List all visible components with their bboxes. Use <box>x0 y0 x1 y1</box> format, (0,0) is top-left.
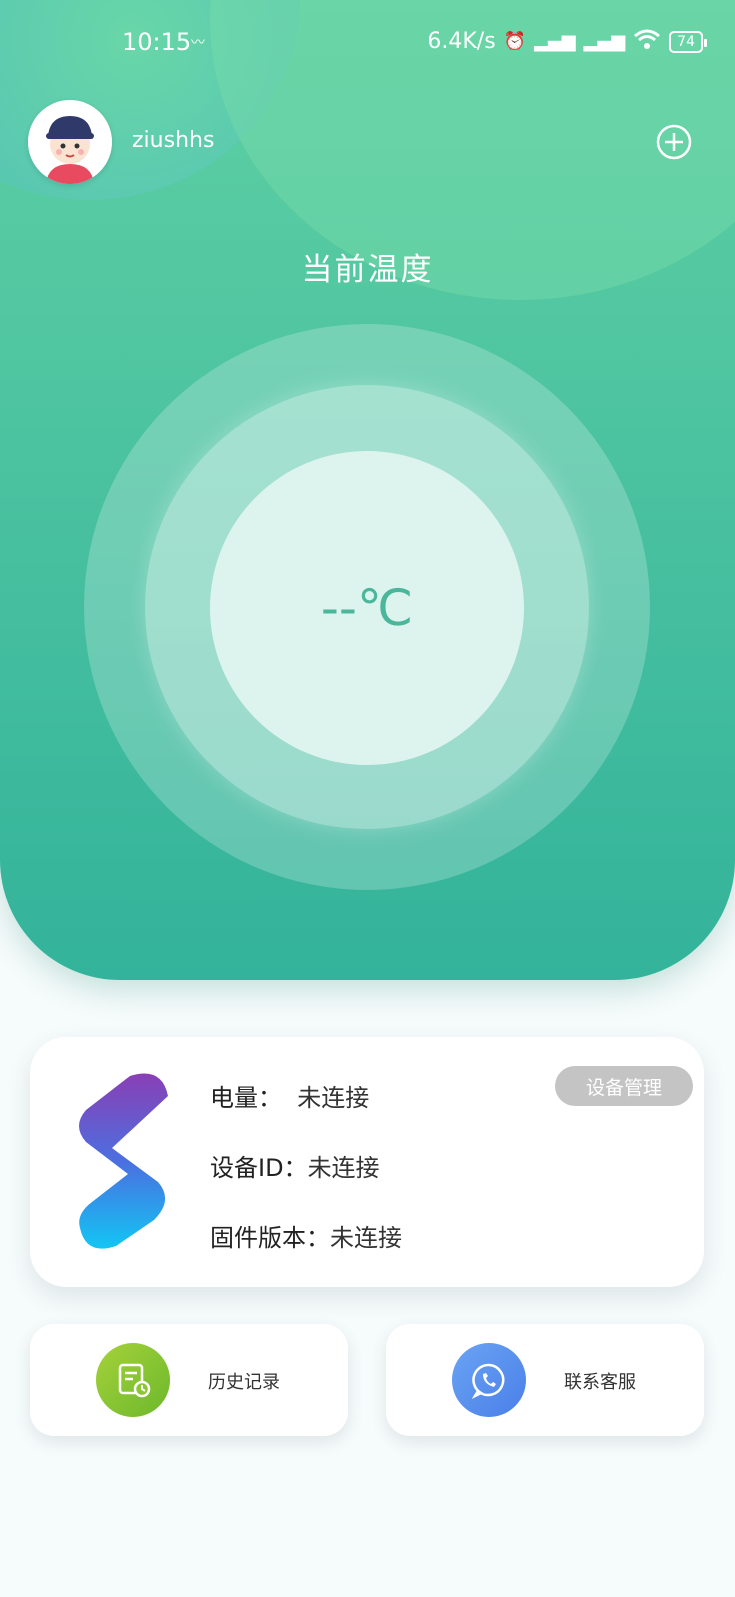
page-title: 当前温度 <box>301 252 434 288</box>
history-label: 历史记录 <box>208 1372 280 1393</box>
signal-hd-icon: ▂▄▆ <box>534 31 576 52</box>
device-id-value: 未连接 <box>307 1154 380 1182</box>
avatar-illustration <box>28 100 112 184</box>
device-id-label: 设备ID： <box>210 1154 308 1182</box>
add-device-button[interactable] <box>656 124 692 160</box>
status-bar: 10:15 〰 6.4K/s ⏰ ▂▄▆ ▂▄▆ 74 <box>0 22 735 62</box>
firmware-label: 固件版本： <box>210 1224 330 1252</box>
battery-icon: 74 <box>669 30 707 53</box>
status-time: 10:15 <box>122 28 192 56</box>
firmware-row: 固件版本：未连接 <box>210 1218 402 1253</box>
phone-chat-icon <box>471 1363 505 1400</box>
support-icon <box>452 1343 526 1417</box>
history-icon <box>96 1343 170 1417</box>
battery-row: 电量： 未连接 <box>210 1078 369 1113</box>
support-button[interactable]: 联系客服 <box>386 1324 704 1436</box>
device-manage-button[interactable]: 设备管理 <box>555 1066 693 1106</box>
history-button[interactable]: 历史记录 <box>30 1324 348 1436</box>
notification-icon: 〰 <box>191 35 205 51</box>
signal-hd-icon: ▂▄▆ <box>583 31 626 52</box>
battery-label: 电量： <box>210 1084 282 1112</box>
plus-circle-icon <box>656 124 692 160</box>
wifi-icon <box>633 28 661 55</box>
history-doc-icon <box>118 1363 151 1398</box>
battery-level: 74 <box>677 33 695 50</box>
device-id-row: 设备ID：未连接 <box>210 1148 380 1183</box>
username: ziushhs <box>132 128 215 153</box>
device-logo <box>72 1070 182 1250</box>
battery-value: 未连接 <box>297 1084 370 1112</box>
brand-logo-icon <box>79 1073 168 1249</box>
alarm-icon: ⏰ <box>503 31 527 52</box>
status-icons: 6.4K/s ⏰ ▂▄▆ ▂▄▆ 74 <box>427 28 707 55</box>
firmware-value: 未连接 <box>330 1224 402 1252</box>
temperature-value: --℃ <box>320 579 414 637</box>
hero-panel: 10:15 〰 6.4K/s ⏰ ▂▄▆ ▂▄▆ 74 ziushhs 当前温度… <box>0 0 735 980</box>
network-speed: 6.4K/s <box>427 29 496 54</box>
support-label: 联系客服 <box>564 1372 636 1393</box>
avatar[interactable] <box>28 100 112 184</box>
